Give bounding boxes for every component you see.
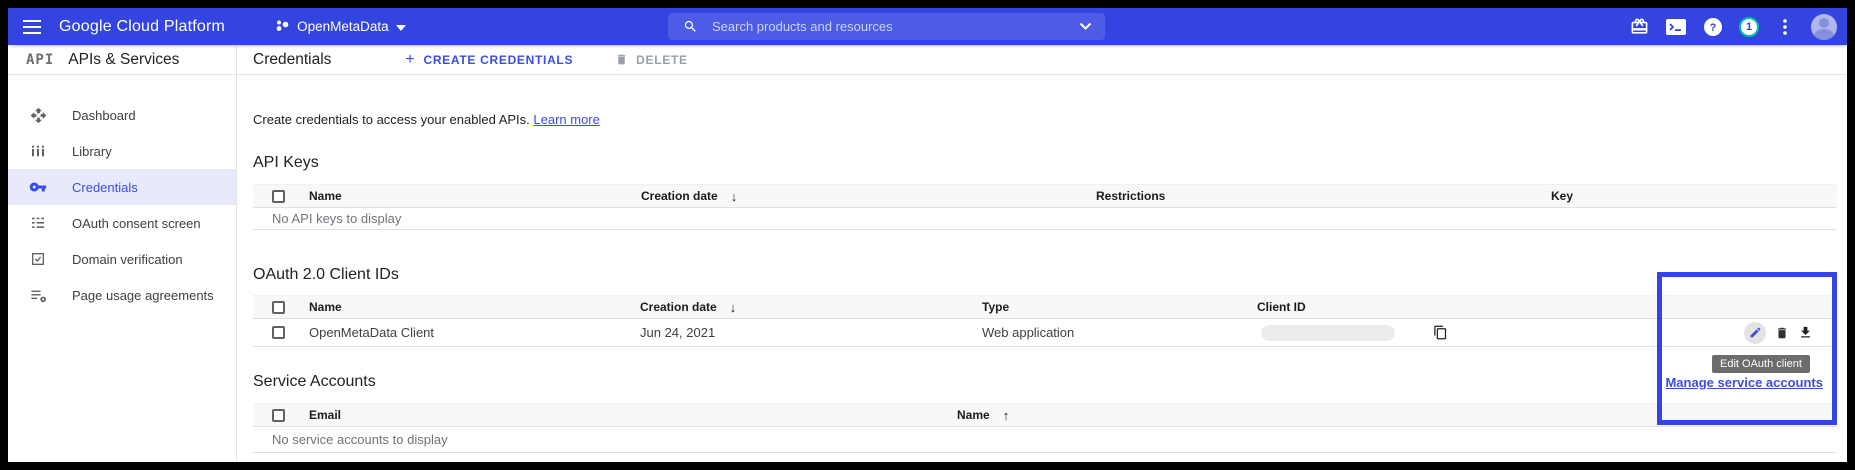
oauth-client-type: Web application (974, 325, 1249, 340)
select-all-checkbox[interactable] (272, 301, 285, 314)
select-all-checkbox[interactable] (272, 409, 285, 422)
search-input[interactable]: Search products and resources (668, 13, 1105, 40)
column-header-client-id[interactable]: Client ID (1249, 300, 1709, 314)
manage-service-accounts-link[interactable]: Manage service accounts (1665, 375, 1823, 390)
api-keys-heading: API Keys (253, 154, 1837, 172)
oauth-heading: OAuth 2.0 Client IDs (253, 266, 1837, 284)
client-id-redacted-value (1261, 325, 1395, 341)
column-header-name[interactable]: Name (301, 300, 632, 314)
column-header-type[interactable]: Type (974, 300, 1249, 314)
kebab-menu-icon[interactable] (1774, 16, 1796, 38)
column-header-email[interactable]: Email (301, 408, 949, 422)
sort-asc-icon: ↑ (1003, 408, 1010, 423)
product-header: API APIs & Services (8, 45, 237, 74)
sidebar-item-domain-verification[interactable]: Domain verification (8, 241, 236, 277)
intro-text: Create credentials to access your enable… (253, 112, 1837, 127)
delete-button[interactable]: DELETE (615, 52, 688, 67)
agreements-icon (29, 286, 47, 304)
dashboard-icon (29, 106, 47, 124)
top-navigation-bar: Google Cloud Platform OpenMetaData Searc… (8, 8, 1847, 45)
sidebar-item-credentials[interactable]: Credentials (8, 169, 236, 205)
sidebar-item-oauth-consent-screen[interactable]: OAuth consent screen (8, 205, 236, 241)
column-header-key[interactable]: Key (1543, 189, 1837, 203)
cloud-shell-icon[interactable] (1665, 16, 1687, 38)
column-header-name[interactable]: Name ↑ (949, 408, 1837, 423)
oauth-client-creation-date: Jun 24, 2021 (632, 325, 974, 340)
learn-more-link[interactable]: Learn more (533, 112, 599, 127)
create-credentials-button[interactable]: + CREATE CREDENTIALS (405, 52, 573, 68)
delete-oauth-client-button[interactable] (1775, 325, 1789, 341)
row-checkbox[interactable] (272, 326, 285, 339)
sub-header: API APIs & Services Credentials + CREATE… (8, 45, 1847, 75)
service-accounts-heading: Service Accounts (253, 373, 376, 391)
page-toolbar: Credentials + CREATE CREDENTIALS DELETE (237, 45, 1847, 74)
column-header-name[interactable]: Name (301, 189, 633, 203)
project-icon (275, 18, 290, 36)
edit-oauth-client-tooltip: Edit OAuth client (1712, 355, 1810, 373)
plus-icon: + (405, 52, 415, 68)
account-avatar[interactable] (1811, 14, 1837, 40)
download-oauth-client-button[interactable] (1798, 325, 1813, 340)
project-name: OpenMetaData (297, 19, 389, 34)
service-accounts-table-header: Email Name ↑ (253, 403, 1837, 427)
chevron-down-icon[interactable] (1079, 23, 1092, 31)
page-title: Credentials (253, 51, 331, 69)
consent-screen-icon (29, 214, 47, 232)
column-header-creation-date[interactable]: Creation date ↓ (633, 189, 1088, 204)
topbar-icon-group: ? 1 (1628, 8, 1837, 45)
sidebar-nav: Dashboard Library Credentials OAuth cons… (8, 75, 237, 462)
oauth-client-row: OpenMetaData Client Jun 24, 2021 Web app… (253, 319, 1837, 347)
project-selector[interactable]: OpenMetaData (275, 18, 406, 36)
sort-desc-icon: ↓ (730, 300, 737, 315)
gcp-console-window: Google Cloud Platform OpenMetaData Searc… (8, 8, 1847, 462)
sidebar-item-dashboard[interactable]: Dashboard (8, 97, 236, 133)
hamburger-menu-icon[interactable] (19, 14, 45, 40)
sidebar-item-page-usage-agreements[interactable]: Page usage agreements (8, 277, 236, 313)
api-keys-table-header: Name Creation date ↓ Restrictions Key (253, 184, 1837, 208)
product-title: APIs & Services (68, 51, 179, 69)
help-icon[interactable]: ? (1702, 16, 1724, 38)
column-header-creation-date[interactable]: Creation date ↓ (632, 300, 974, 315)
edit-oauth-client-button[interactable] (1744, 322, 1766, 344)
gcp-brand-title[interactable]: Google Cloud Platform (59, 18, 225, 36)
copy-icon[interactable] (1433, 324, 1448, 341)
free-trial-gift-icon[interactable] (1628, 16, 1650, 38)
column-header-restrictions[interactable]: Restrictions (1088, 189, 1543, 203)
svg-text:?: ? (1710, 22, 1717, 34)
caret-down-icon (396, 19, 406, 34)
sidebar-item-library[interactable]: Library (8, 133, 236, 169)
notifications-badge[interactable]: 1 (1739, 17, 1759, 37)
service-accounts-heading-row: Service Accounts Manage service accounts (253, 373, 1837, 391)
api-keys-empty-row: No API keys to display (253, 208, 1837, 230)
oauth-client-name: OpenMetaData Client (301, 325, 632, 340)
trash-icon (615, 52, 628, 67)
select-all-checkbox[interactable] (272, 190, 285, 203)
search-placeholder: Search products and resources (712, 19, 893, 34)
key-icon (29, 178, 47, 196)
sort-desc-icon: ↓ (731, 189, 738, 204)
domain-verification-icon (29, 250, 47, 268)
oauth-table-header: Name Creation date ↓ Type Client ID (253, 295, 1837, 319)
api-services-logo: API (26, 52, 54, 68)
service-accounts-empty-row: No service accounts to display (253, 427, 1837, 453)
library-icon (29, 142, 47, 160)
main-content: Create credentials to access your enable… (237, 75, 1847, 462)
search-icon (683, 19, 698, 34)
